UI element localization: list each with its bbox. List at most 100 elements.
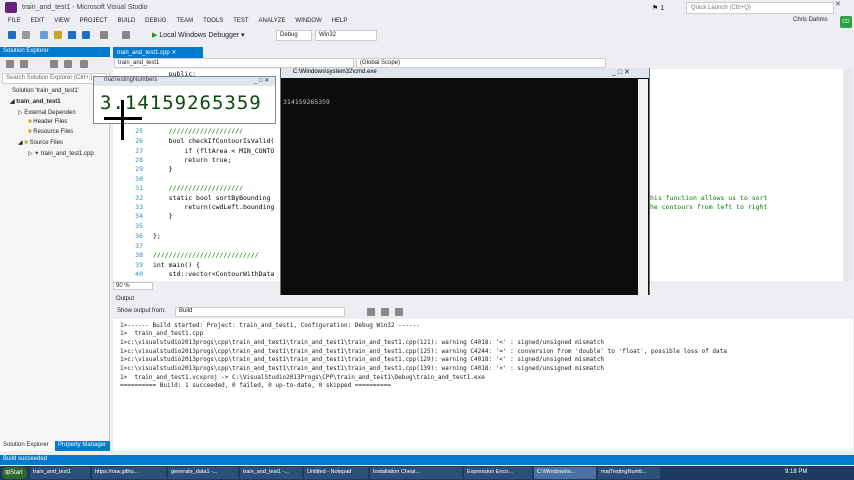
code-line: int main() { [153, 261, 200, 269]
platform-select[interactable]: Win32 [315, 30, 377, 41]
line-number: 35 [135, 222, 143, 230]
output-line: ========== Build: 1 succeeded, 0 failed,… [120, 382, 391, 389]
menu-debug[interactable]: DEBUG [145, 18, 166, 24]
tree-solution[interactable]: Solution 'train_and_test1' [12, 88, 79, 94]
crosshair-cursor-icon [121, 100, 124, 140]
line-number: 34 [135, 212, 143, 220]
console-scrollbar[interactable] [638, 79, 648, 302]
tree-external-deps[interactable]: ▷ External Dependen [18, 109, 76, 116]
menu-help[interactable]: HELP [332, 18, 348, 24]
tree-resource-label: Resource Files [33, 129, 74, 135]
notification-flag-icon[interactable]: ⚑ 1 [652, 4, 664, 12]
taskbar-item[interactable]: C:\Windows\s... [534, 467, 596, 479]
code-line: /////////////////////////// [153, 251, 259, 259]
visual-studio-logo-icon [5, 2, 17, 13]
taskbar-item[interactable]: https://raw.githu... [92, 467, 166, 479]
configuration-select[interactable]: Debug [276, 30, 312, 41]
find-message-icon[interactable] [367, 308, 375, 316]
menu-analyze[interactable]: ANALYZE [259, 18, 286, 24]
zoom-select[interactable]: 90 % [113, 282, 153, 290]
avatar[interactable]: CD [840, 16, 852, 28]
forward-icon[interactable] [22, 31, 30, 39]
image-window-title: matTestingNumbers [94, 77, 275, 86]
window-controls[interactable]: ✕ [835, 0, 854, 15]
clock: 9:18 PM [785, 469, 808, 475]
window-controls[interactable]: _ □ ✕ [254, 77, 269, 84]
properties-icon[interactable] [80, 60, 88, 68]
menu-build[interactable]: BUILD [118, 18, 136, 24]
menu-view[interactable]: VIEW [54, 18, 69, 24]
refresh-icon[interactable] [50, 60, 58, 68]
clear-all-icon[interactable] [395, 308, 403, 316]
solution-explorer-toolbar [0, 58, 110, 72]
output-line: 1>c:\visualstudio2013progs\cpp\train_and… [120, 339, 605, 346]
taskbar-item[interactable]: train_and_test1 [30, 467, 90, 479]
tab-solution-explorer[interactable]: Solution Explorer [0, 441, 55, 451]
sync-icon[interactable] [20, 60, 28, 68]
menu-test[interactable]: TEST [233, 18, 248, 24]
crosshair-cursor-icon [104, 117, 142, 120]
code-line: } [153, 165, 173, 173]
code-line: }; [153, 232, 161, 240]
output-line: 1>c:\visualstudio2013progs\cpp\train_and… [120, 365, 605, 372]
quick-launch-input[interactable]: Quick Launch (Ctrl+Q) [686, 2, 834, 14]
new-project-icon[interactable] [40, 31, 48, 39]
toolbar [0, 29, 854, 43]
output-line: 1> train_and_test1.vcxproj -> C:\VisualS… [120, 374, 485, 381]
tab-property-manager[interactable]: Property Manager [55, 441, 110, 451]
line-number: 33 [135, 203, 143, 211]
tree-external-label: External Dependen [24, 110, 76, 116]
console-window[interactable] [280, 68, 650, 303]
start-button[interactable]: ⊞Start [2, 467, 27, 479]
taskbar-item[interactable]: generate_data1 -... [168, 467, 238, 479]
tree-resource-files[interactable]: ■ Resource Files [28, 129, 73, 135]
play-icon: ▶ [152, 32, 158, 39]
window-controls[interactable]: _ □ ✕ [612, 68, 630, 76]
folder-icon: ■ [28, 129, 32, 135]
scope-nav-select[interactable]: (Global Scope) [356, 58, 606, 68]
back-icon[interactable] [8, 31, 16, 39]
home-icon[interactable] [6, 60, 14, 68]
menu-tools[interactable]: TOOLS [203, 18, 223, 24]
save-all-icon[interactable] [82, 31, 90, 39]
output-header: Output [113, 295, 853, 305]
code-line: return true; [153, 156, 232, 164]
line-number: 39 [135, 261, 143, 269]
menu-team[interactable]: TEAM [176, 18, 193, 24]
open-file-icon[interactable] [54, 31, 62, 39]
line-number: 27 [135, 147, 143, 155]
taskbar-item[interactable]: train_and_test1 -... [240, 467, 302, 479]
output-source-select[interactable]: Build [175, 307, 345, 317]
taskbar-item[interactable]: Untitled - Notepad [304, 467, 368, 479]
tree-project[interactable]: ◢ train_and_test1 [10, 98, 61, 105]
collapse-icon[interactable] [64, 60, 72, 68]
code-comment: he contours from left to right [650, 203, 768, 211]
undo-icon[interactable] [100, 31, 108, 39]
project-nav-select[interactable]: train_and_test1 [114, 58, 354, 68]
menu-edit[interactable]: EDIT [31, 18, 45, 24]
solution-search-input[interactable]: Search Solution Explorer (Ctrl+;) [2, 73, 107, 84]
user-name[interactable]: Chris Dahms [793, 17, 828, 23]
taskbar-item[interactable]: matTestingNumb... [598, 467, 660, 479]
save-icon[interactable] [68, 31, 76, 39]
tree-source-files[interactable]: ◢ ■ Source Files [18, 139, 63, 146]
start-debugging-button[interactable]: ▶ Local Windows Debugger ▾ [152, 31, 245, 39]
editor-tab[interactable]: train_and_test1.cpp ✕ [113, 47, 203, 58]
menu-project[interactable]: PROJECT [80, 18, 108, 24]
code-line: return(cwdLeft.bounding [153, 203, 275, 211]
menu-window[interactable]: WINDOW [295, 18, 321, 24]
folder-icon: ■ [24, 140, 28, 146]
tree-project-label: train_and_test1 [16, 99, 61, 105]
tree-header-label: Header Files [33, 119, 68, 125]
menu-file[interactable]: FILE [8, 18, 21, 24]
tree-header-files[interactable]: ■ Header Files [28, 119, 67, 125]
redo-icon[interactable] [122, 31, 130, 39]
menu-bar: FILE EDIT VIEW PROJECT BUILD DEBUG TEAM … [0, 16, 854, 28]
next-message-icon[interactable] [381, 308, 389, 316]
tree-cpp-file[interactable]: ▷ ✦ train_and_test1.cpp [28, 150, 94, 157]
taskbar-item[interactable]: Expression Enco... [464, 467, 532, 479]
close-icon[interactable]: ✕ [171, 50, 176, 56]
taskbar-item[interactable]: Installation Cheat... [370, 467, 462, 479]
editor-scrollbar[interactable] [844, 69, 853, 281]
output-line: 1>c:\visualstudio2013progs\cpp\train_and… [120, 348, 727, 355]
